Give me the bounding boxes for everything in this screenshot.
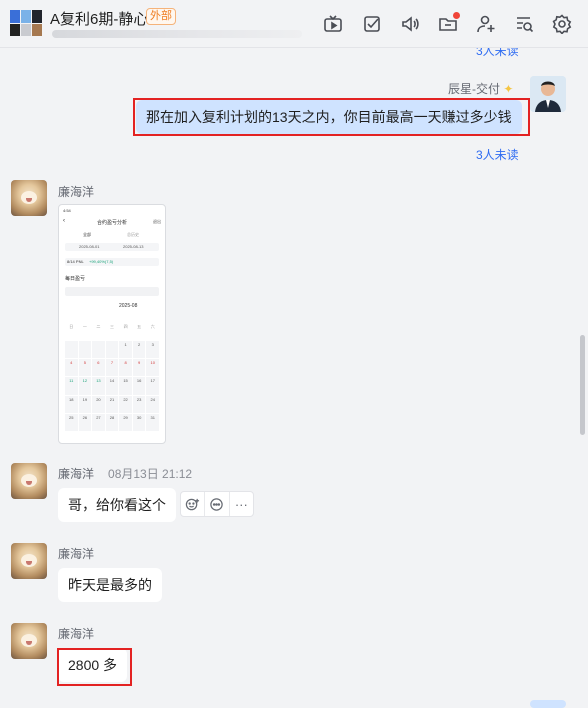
calendar-day: 16 bbox=[132, 377, 146, 395]
tv-icon[interactable] bbox=[321, 12, 345, 36]
calendar-day bbox=[65, 341, 78, 359]
message-list[interactable]: 3人未读 辰星-交付 ✦ 那在加入复利计划的13天之内，你目前最高一天赚过多少钱… bbox=[0, 48, 588, 705]
calendar-day: 20 bbox=[92, 395, 105, 413]
screenshot-month: 2025-08 bbox=[119, 303, 138, 309]
phone-status: 4:54 bbox=[63, 208, 71, 213]
calendar-day: 31 bbox=[146, 413, 159, 431]
avatar[interactable] bbox=[11, 543, 47, 579]
group-avatar[interactable] bbox=[10, 10, 42, 36]
emoji-add-icon[interactable] bbox=[181, 492, 206, 516]
calendar-day: 3 bbox=[146, 341, 159, 359]
read-count[interactable]: 3人未读 bbox=[476, 48, 519, 59]
highlight-box bbox=[133, 98, 530, 136]
sender-name: 廉海洋 bbox=[58, 547, 95, 561]
calendar-day: 14 bbox=[105, 377, 119, 395]
screenshot-pnl-label: 8/14 PNL bbox=[67, 259, 84, 264]
calendar-day: 12 bbox=[78, 377, 92, 395]
calendar-day: 22 bbox=[119, 395, 132, 413]
add-user-icon[interactable] bbox=[474, 12, 498, 36]
calendar-day: 19 bbox=[78, 395, 92, 413]
message-time: 08月13日 21:12 bbox=[108, 467, 193, 481]
calendar-day: 21 bbox=[105, 395, 119, 413]
reaction-bar: ··· bbox=[180, 491, 254, 517]
calendar-weekday: 六 bbox=[150, 324, 155, 329]
calendar-day: 18 bbox=[65, 395, 78, 413]
avatar[interactable] bbox=[11, 180, 47, 216]
check-square-icon[interactable] bbox=[360, 12, 384, 36]
star-icon: ✦ bbox=[503, 82, 514, 96]
sender-name: 廉海洋 bbox=[58, 627, 95, 641]
calendar-day: 1 bbox=[119, 341, 132, 359]
chat-header: A复利6期-静心 外部 bbox=[0, 0, 588, 48]
calendar-day bbox=[92, 341, 105, 359]
settings-icon[interactable] bbox=[550, 12, 574, 36]
group-subtitle bbox=[52, 30, 302, 38]
image-message[interactable]: 4:54 合约盈亏分析 ‹ 退出 全部 总历史 2025-08-01 2025-… bbox=[58, 204, 166, 444]
message-bubble[interactable]: 昨天是最多的 bbox=[58, 568, 162, 602]
calendar-day: 4 bbox=[65, 359, 78, 377]
more-icon[interactable]: ··· bbox=[230, 492, 253, 516]
calendar-day: 28 bbox=[105, 413, 119, 431]
screenshot-date-to: 2025-08-13 bbox=[123, 244, 144, 249]
notification-dot bbox=[453, 12, 460, 19]
calendar-day: 8 bbox=[119, 359, 132, 377]
calendar-day bbox=[78, 341, 92, 359]
avatar[interactable] bbox=[11, 623, 47, 659]
calendar-day: 15 bbox=[119, 377, 132, 395]
calendar-weekday: 五 bbox=[137, 324, 142, 329]
screenshot-tab: 全部 bbox=[83, 232, 91, 237]
screenshot-title: 合约盈亏分析 bbox=[96, 220, 127, 226]
calendar-day: 13 bbox=[92, 377, 105, 395]
sender-name: 辰星-交付 ✦ bbox=[448, 82, 514, 96]
avatar[interactable] bbox=[530, 76, 566, 112]
back-icon: ‹ bbox=[63, 218, 65, 224]
calendar-day: 26 bbox=[78, 413, 92, 431]
calendar-weekday: 日 bbox=[69, 324, 74, 329]
folder-icon[interactable] bbox=[436, 12, 460, 36]
calendar-day: 27 bbox=[92, 413, 105, 431]
sender-name: 廉海洋 08月13日 21:12 bbox=[58, 467, 193, 481]
calendar-day: 5 bbox=[78, 359, 92, 377]
group-title[interactable]: A复利6期-静心 bbox=[50, 8, 148, 29]
calendar-day: 7 bbox=[105, 359, 119, 377]
calendar-grid: 日一二三四五六 1 2 3 4 5 6 7 8 9 10 11 12 13 14 15 16 17 18 19 20 21… bbox=[65, 323, 159, 431]
calendar-day: 10 bbox=[146, 359, 159, 377]
scrollbar-thumb[interactable] bbox=[580, 335, 585, 435]
calendar-day bbox=[105, 341, 119, 359]
calendar-day: 23 bbox=[132, 395, 146, 413]
calendar-day: 2 bbox=[132, 341, 146, 359]
calendar-weekday: 二 bbox=[96, 324, 101, 329]
message-bubble[interactable]: 哥，给你看这个 bbox=[58, 488, 176, 522]
screenshot-nav-right: 退出 bbox=[153, 219, 161, 224]
avatar[interactable] bbox=[11, 463, 47, 499]
calendar-day: 6 bbox=[92, 359, 105, 377]
calendar-weekday: 四 bbox=[123, 324, 128, 329]
calendar-day: 30 bbox=[132, 413, 146, 431]
calendar-day: 25 bbox=[65, 413, 78, 431]
screenshot-tab: 总历史 bbox=[127, 232, 139, 237]
sender-name: 廉海洋 bbox=[58, 185, 95, 199]
screenshot-pnl-value: +99,40%(7,5) bbox=[89, 259, 114, 264]
calendar-day: 29 bbox=[119, 413, 132, 431]
screenshot-section: 每日盈亏 bbox=[65, 276, 86, 282]
calendar-weekday: 三 bbox=[109, 324, 114, 329]
calendar-day: 11 bbox=[65, 377, 78, 395]
screenshot-date-from: 2025-08-01 bbox=[79, 244, 100, 249]
read-count[interactable]: 3人未读 bbox=[476, 146, 519, 163]
calendar-weekday: 一 bbox=[82, 324, 87, 329]
calendar-day: 24 bbox=[146, 395, 159, 413]
external-badge: 外部 bbox=[146, 8, 176, 25]
comment-icon[interactable] bbox=[205, 492, 230, 516]
calendar-day: 17 bbox=[146, 377, 159, 395]
chat-search-icon[interactable] bbox=[512, 12, 536, 36]
calendar-day: 9 bbox=[132, 359, 146, 377]
speaker-icon[interactable] bbox=[398, 12, 422, 36]
bottom-bubble-edge bbox=[530, 700, 566, 708]
highlight-box bbox=[57, 648, 132, 686]
